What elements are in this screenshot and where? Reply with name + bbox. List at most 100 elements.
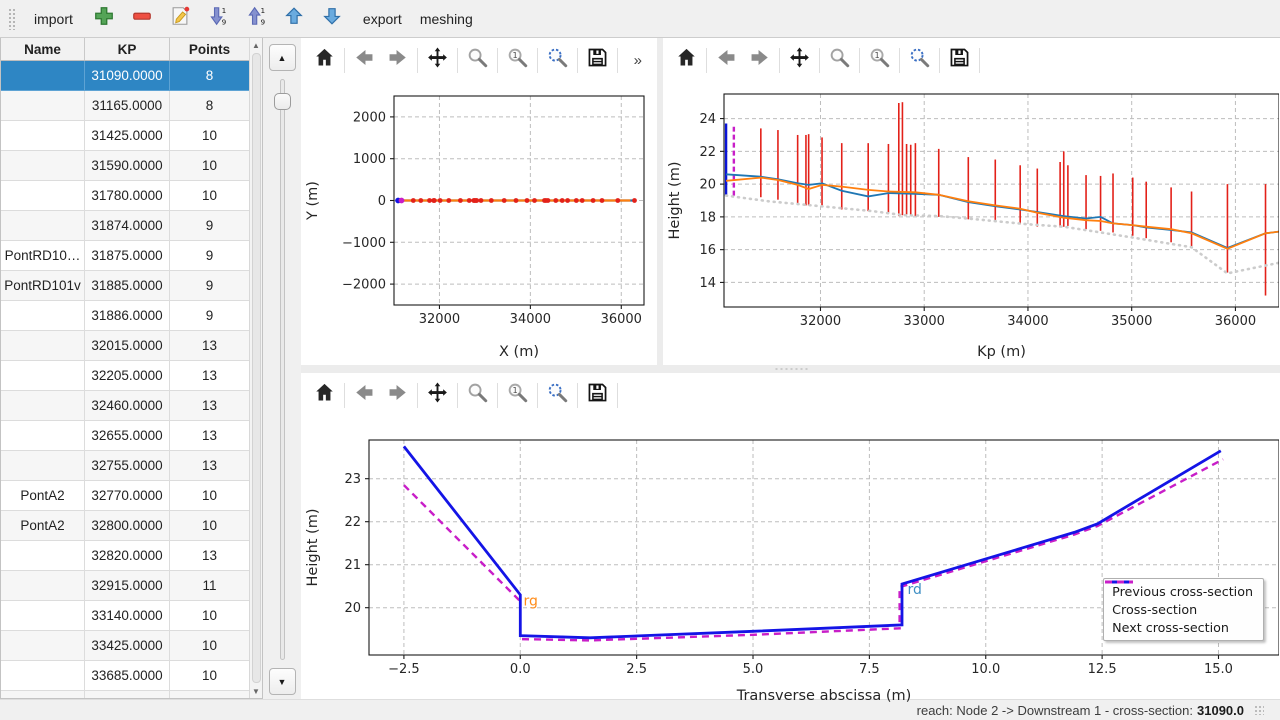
column-header-name[interactable]: Name [1, 38, 85, 60]
table-row[interactable]: PontA232770.000010 [1, 481, 249, 511]
table-row[interactable]: 33425.000010 [1, 631, 249, 661]
longitudinal-profile-plot[interactable]: 3200033000340003500036000141618202224Kp … [663, 82, 1280, 365]
scroll-down-icon[interactable]: ▼ [250, 684, 262, 698]
cell-name[interactable] [1, 601, 85, 630]
zoom-one-button[interactable]: 1 [501, 379, 534, 412]
cell-name[interactable] [1, 331, 85, 360]
cell-name[interactable] [1, 151, 85, 180]
cell-kp[interactable]: 32205.0000 [85, 361, 170, 390]
table-scrollbar[interactable]: ▲ ▼ [249, 38, 262, 698]
zoom-one-button[interactable]: 1 [863, 44, 896, 77]
cell-kp[interactable]: 32755.0000 [85, 451, 170, 480]
import-button[interactable]: import [25, 6, 82, 32]
edit-cross-section-button[interactable] [164, 4, 196, 34]
cell-name[interactable] [1, 691, 85, 698]
add-cross-section-button[interactable] [88, 4, 120, 34]
zoom-fit-button[interactable] [541, 44, 574, 77]
cell-kp[interactable]: 33685.0000 [85, 661, 170, 690]
slider-handle[interactable] [274, 93, 291, 110]
cell-name[interactable]: PontRD101v [1, 271, 85, 300]
cell-kp[interactable]: 31886.0000 [85, 301, 170, 330]
cell-kp[interactable]: 32655.0000 [85, 421, 170, 450]
cell-kp[interactable]: 32460.0000 [85, 391, 170, 420]
table-row[interactable] [1, 691, 249, 698]
cell-name[interactable] [1, 361, 85, 390]
cell-kp[interactable]: 32800.0000 [85, 511, 170, 540]
cell-name[interactable] [1, 391, 85, 420]
table-row[interactable]: 32205.000013 [1, 361, 249, 391]
cell-points[interactable]: 8 [170, 91, 249, 120]
cell-name[interactable] [1, 61, 85, 90]
cell-name[interactable] [1, 661, 85, 690]
forward-button[interactable] [381, 379, 414, 412]
move-down-button[interactable] [316, 4, 348, 34]
cell-name[interactable] [1, 91, 85, 120]
back-button[interactable] [348, 379, 381, 412]
horizontal-splitter[interactable] [301, 365, 1280, 373]
sort-ascending-button[interactable]: 19 [240, 4, 272, 34]
cell-points[interactable]: 9 [170, 211, 249, 240]
cell-points[interactable]: 9 [170, 301, 249, 330]
cell-kp[interactable]: 32015.0000 [85, 331, 170, 360]
pan-button[interactable] [421, 44, 454, 77]
cell-points[interactable]: 13 [170, 361, 249, 390]
meshing-button[interactable]: meshing [411, 6, 482, 32]
cell-points[interactable]: 10 [170, 661, 249, 690]
table-row[interactable]: 31874.00009 [1, 211, 249, 241]
sort-descending-button[interactable]: 19 [202, 4, 234, 34]
column-header-kp[interactable]: KP [85, 38, 170, 60]
table-row[interactable]: PontRD101v31885.00009 [1, 271, 249, 301]
zoom-one-button[interactable]: 1 [501, 44, 534, 77]
cross-section-plot[interactable]: rgrd−2.50.02.55.07.510.012.515.020212223… [301, 417, 1280, 699]
cell-name[interactable]: PontA2 [1, 511, 85, 540]
cell-name[interactable] [1, 181, 85, 210]
table-row[interactable]: 31886.00009 [1, 301, 249, 331]
table-row[interactable]: 31425.000010 [1, 121, 249, 151]
toolbar-overflow-chevron[interactable]: » [626, 52, 650, 69]
save-button[interactable] [581, 44, 614, 77]
cell-points[interactable]: 10 [170, 121, 249, 150]
plan-view-plot[interactable]: 320003400036000−2000−1000010002000X (m)Y… [301, 82, 657, 365]
cell-kp[interactable]: 31425.0000 [85, 121, 170, 150]
table-row[interactable]: 32755.000013 [1, 451, 249, 481]
table-row[interactable]: PontRD10…31875.00009 [1, 241, 249, 271]
cell-name[interactable] [1, 301, 85, 330]
cell-points[interactable]: 13 [170, 451, 249, 480]
table-row[interactable]: 32015.000013 [1, 331, 249, 361]
cell-name[interactable] [1, 121, 85, 150]
cell-points[interactable]: 13 [170, 331, 249, 360]
scrollbar-thumb[interactable] [252, 53, 261, 683]
cell-points[interactable]: 13 [170, 391, 249, 420]
table-row[interactable]: 33140.000010 [1, 601, 249, 631]
cell-kp[interactable] [85, 691, 170, 698]
save-button[interactable] [943, 44, 976, 77]
zoom-fit-button[interactable] [903, 44, 936, 77]
cell-kp[interactable]: 33425.0000 [85, 631, 170, 660]
back-button[interactable] [348, 44, 381, 77]
zoom-button[interactable] [461, 44, 494, 77]
export-button[interactable]: export [354, 6, 411, 32]
home-button[interactable] [308, 379, 341, 412]
cell-kp[interactable]: 32915.0000 [85, 571, 170, 600]
cell-kp[interactable]: 32820.0000 [85, 541, 170, 570]
cell-name[interactable] [1, 211, 85, 240]
table-row[interactable]: 31090.00008 [1, 61, 249, 91]
cell-name[interactable] [1, 541, 85, 570]
cell-points[interactable]: 10 [170, 481, 249, 510]
column-header-points[interactable]: Points [170, 38, 249, 60]
cell-kp[interactable]: 32770.0000 [85, 481, 170, 510]
cell-kp[interactable]: 31885.0000 [85, 271, 170, 300]
back-button[interactable] [710, 44, 743, 77]
zoom-button[interactable] [461, 379, 494, 412]
cell-kp[interactable]: 31780.0000 [85, 181, 170, 210]
cell-points[interactable]: 10 [170, 631, 249, 660]
cell-name[interactable]: PontA2 [1, 481, 85, 510]
cell-name[interactable] [1, 631, 85, 660]
table-row[interactable]: PontA232800.000010 [1, 511, 249, 541]
scroll-up-icon[interactable]: ▲ [250, 38, 262, 52]
cell-points[interactable] [170, 691, 249, 698]
cell-name[interactable] [1, 421, 85, 450]
cell-name[interactable]: PontRD10… [1, 241, 85, 270]
zoom-fit-button[interactable] [541, 379, 574, 412]
cell-points[interactable]: 10 [170, 511, 249, 540]
